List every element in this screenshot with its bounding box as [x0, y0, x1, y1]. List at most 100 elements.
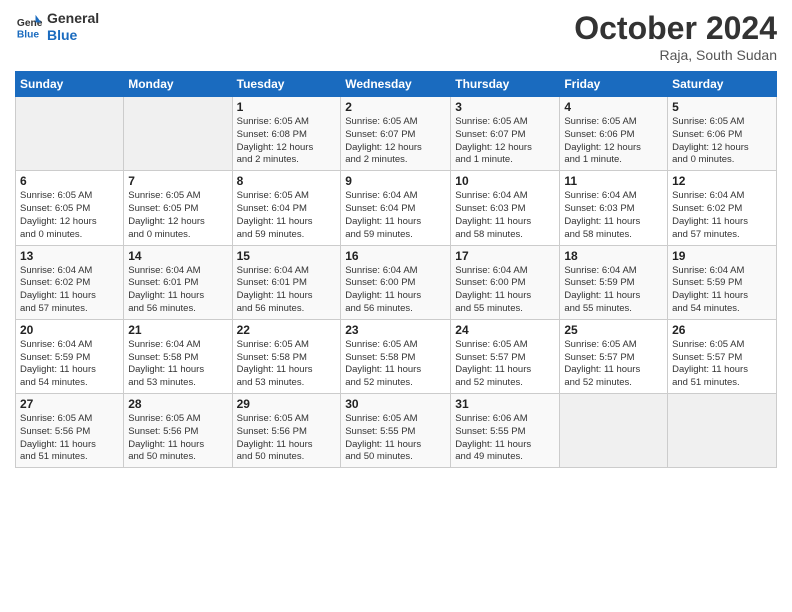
logo-icon: General Blue [15, 13, 43, 41]
calendar-cell: 12 Sunrise: 6:04 AM Sunset: 6:02 PM Dayli… [668, 171, 777, 245]
day-info: Sunrise: 6:05 AM Sunset: 6:05 PM Dayligh… [128, 190, 227, 241]
day-info: Sunrise: 6:04 AM Sunset: 6:00 PM Dayligh… [345, 265, 446, 316]
calendar-cell: 18 Sunrise: 6:04 AM Sunset: 5:59 PM Dayli… [560, 245, 668, 319]
calendar-cell [668, 394, 777, 468]
day-info: Sunrise: 6:05 AM Sunset: 5:58 PM Dayligh… [237, 339, 337, 390]
day-info: Sunrise: 6:05 AM Sunset: 5:56 PM Dayligh… [20, 413, 119, 464]
day-info: Sunrise: 6:05 AM Sunset: 6:07 PM Dayligh… [455, 116, 555, 167]
day-number: 22 [237, 323, 337, 337]
day-number: 18 [564, 249, 663, 263]
day-info: Sunrise: 6:04 AM Sunset: 6:02 PM Dayligh… [672, 190, 772, 241]
page: General Blue General Blue October 2024 R… [0, 0, 792, 612]
week-row-0: 1Sunrise: 6:05 AM Sunset: 6:08 PM Daylig… [16, 97, 777, 171]
day-info: Sunrise: 6:04 AM Sunset: 6:04 PM Dayligh… [345, 190, 446, 241]
calendar-cell: 11 Sunrise: 6:04 AM Sunset: 6:03 PM Dayli… [560, 171, 668, 245]
day-info: Sunrise: 6:04 AM Sunset: 6:03 PM Dayligh… [455, 190, 555, 241]
calendar-cell: 28 Sunrise: 6:05 AM Sunset: 5:56 PM Dayli… [124, 394, 232, 468]
day-number: 15 [237, 249, 337, 263]
location: Raja, South Sudan [574, 47, 777, 63]
day-number: 10 [455, 174, 555, 188]
calendar-cell: 20 Sunrise: 6:04 AM Sunset: 5:59 PM Dayli… [16, 319, 124, 393]
calendar-cell: 14 Sunrise: 6:04 AM Sunset: 6:01 PM Dayli… [124, 245, 232, 319]
calendar-cell: 24Sunrise: 6:05 AM Sunset: 5:57 PM Dayli… [451, 319, 560, 393]
day-number: 11 [564, 174, 663, 188]
day-number: 20 [20, 323, 119, 337]
calendar-cell: 19Sunrise: 6:04 AM Sunset: 5:59 PM Dayli… [668, 245, 777, 319]
calendar-header: Sunday Monday Tuesday Wednesday Thursday… [16, 72, 777, 97]
day-info: Sunrise: 6:05 AM Sunset: 6:06 PM Dayligh… [672, 116, 772, 167]
day-number: 1 [237, 100, 337, 114]
calendar-cell [124, 97, 232, 171]
calendar-cell [560, 394, 668, 468]
logo-blue: Blue [47, 27, 99, 44]
calendar-cell: 29 Sunrise: 6:05 AM Sunset: 5:56 PM Dayli… [232, 394, 341, 468]
calendar-cell: 13Sunrise: 6:04 AM Sunset: 6:02 PM Dayli… [16, 245, 124, 319]
day-info: Sunrise: 6:05 AM Sunset: 6:06 PM Dayligh… [564, 116, 663, 167]
day-number: 19 [672, 249, 772, 263]
day-number: 16 [345, 249, 446, 263]
day-info: Sunrise: 6:04 AM Sunset: 5:59 PM Dayligh… [20, 339, 119, 390]
day-number: 28 [128, 397, 227, 411]
day-number: 17 [455, 249, 555, 263]
calendar-cell: 26Sunrise: 6:05 AM Sunset: 5:57 PM Dayli… [668, 319, 777, 393]
day-info: Sunrise: 6:05 AM Sunset: 6:05 PM Dayligh… [20, 190, 119, 241]
col-friday: Friday [560, 72, 668, 97]
calendar-cell: 21 Sunrise: 6:04 AM Sunset: 5:58 PM Dayli… [124, 319, 232, 393]
day-info: Sunrise: 6:05 AM Sunset: 5:55 PM Dayligh… [345, 413, 446, 464]
day-number: 14 [128, 249, 227, 263]
day-info: Sunrise: 6:04 AM Sunset: 5:59 PM Dayligh… [564, 265, 663, 316]
day-info: Sunrise: 6:04 AM Sunset: 5:58 PM Dayligh… [128, 339, 227, 390]
calendar-cell: 4Sunrise: 6:05 AM Sunset: 6:06 PM Daylig… [560, 97, 668, 171]
day-info: Sunrise: 6:04 AM Sunset: 6:01 PM Dayligh… [237, 265, 337, 316]
day-info: Sunrise: 6:05 AM Sunset: 5:56 PM Dayligh… [237, 413, 337, 464]
day-number: 25 [564, 323, 663, 337]
logo-general: General [47, 10, 99, 27]
col-thursday: Thursday [451, 72, 560, 97]
day-number: 7 [128, 174, 227, 188]
day-number: 13 [20, 249, 119, 263]
calendar-cell: 16 Sunrise: 6:04 AM Sunset: 6:00 PM Dayli… [341, 245, 451, 319]
day-info: Sunrise: 6:05 AM Sunset: 6:07 PM Dayligh… [345, 116, 446, 167]
day-number: 6 [20, 174, 119, 188]
day-info: Sunrise: 6:04 AM Sunset: 6:01 PM Dayligh… [128, 265, 227, 316]
week-row-3: 20 Sunrise: 6:04 AM Sunset: 5:59 PM Dayli… [16, 319, 777, 393]
day-number: 3 [455, 100, 555, 114]
calendar-body: 1Sunrise: 6:05 AM Sunset: 6:08 PM Daylig… [16, 97, 777, 468]
day-info: Sunrise: 6:04 AM Sunset: 6:03 PM Dayligh… [564, 190, 663, 241]
day-info: Sunrise: 6:05 AM Sunset: 5:58 PM Dayligh… [345, 339, 446, 390]
calendar-cell: 30Sunrise: 6:05 AM Sunset: 5:55 PM Dayli… [341, 394, 451, 468]
calendar: Sunday Monday Tuesday Wednesday Thursday… [15, 71, 777, 468]
calendar-cell: 7 Sunrise: 6:05 AM Sunset: 6:05 PM Daylig… [124, 171, 232, 245]
day-number: 5 [672, 100, 772, 114]
calendar-cell: 6 Sunrise: 6:05 AM Sunset: 6:05 PM Daylig… [16, 171, 124, 245]
calendar-cell: 25 Sunrise: 6:05 AM Sunset: 5:57 PM Dayli… [560, 319, 668, 393]
day-number: 26 [672, 323, 772, 337]
month-title: October 2024 [574, 10, 777, 47]
svg-text:Blue: Blue [17, 29, 40, 40]
day-info: Sunrise: 6:05 AM Sunset: 5:57 PM Dayligh… [564, 339, 663, 390]
day-number: 2 [345, 100, 446, 114]
day-info: Sunrise: 6:06 AM Sunset: 5:55 PM Dayligh… [455, 413, 555, 464]
week-row-1: 6 Sunrise: 6:05 AM Sunset: 6:05 PM Daylig… [16, 171, 777, 245]
calendar-cell: 1Sunrise: 6:05 AM Sunset: 6:08 PM Daylig… [232, 97, 341, 171]
calendar-cell: 2 Sunrise: 6:05 AM Sunset: 6:07 PM Daylig… [341, 97, 451, 171]
calendar-cell: 9Sunrise: 6:04 AM Sunset: 6:04 PM Daylig… [341, 171, 451, 245]
day-number: 23 [345, 323, 446, 337]
calendar-cell: 5 Sunrise: 6:05 AM Sunset: 6:06 PM Daylig… [668, 97, 777, 171]
calendar-cell: 10 Sunrise: 6:04 AM Sunset: 6:03 PM Dayli… [451, 171, 560, 245]
calendar-cell: 23 Sunrise: 6:05 AM Sunset: 5:58 PM Dayli… [341, 319, 451, 393]
day-number: 21 [128, 323, 227, 337]
day-info: Sunrise: 6:05 AM Sunset: 6:04 PM Dayligh… [237, 190, 337, 241]
day-info: Sunrise: 6:05 AM Sunset: 5:56 PM Dayligh… [128, 413, 227, 464]
week-row-2: 13Sunrise: 6:04 AM Sunset: 6:02 PM Dayli… [16, 245, 777, 319]
col-sunday: Sunday [16, 72, 124, 97]
col-tuesday: Tuesday [232, 72, 341, 97]
calendar-cell: 8 Sunrise: 6:05 AM Sunset: 6:04 PM Daylig… [232, 171, 341, 245]
day-number: 29 [237, 397, 337, 411]
day-number: 12 [672, 174, 772, 188]
header-area: General Blue General Blue October 2024 R… [15, 10, 777, 63]
col-monday: Monday [124, 72, 232, 97]
logo: General Blue General Blue [15, 10, 99, 44]
day-number: 8 [237, 174, 337, 188]
week-row-4: 27Sunrise: 6:05 AM Sunset: 5:56 PM Dayli… [16, 394, 777, 468]
